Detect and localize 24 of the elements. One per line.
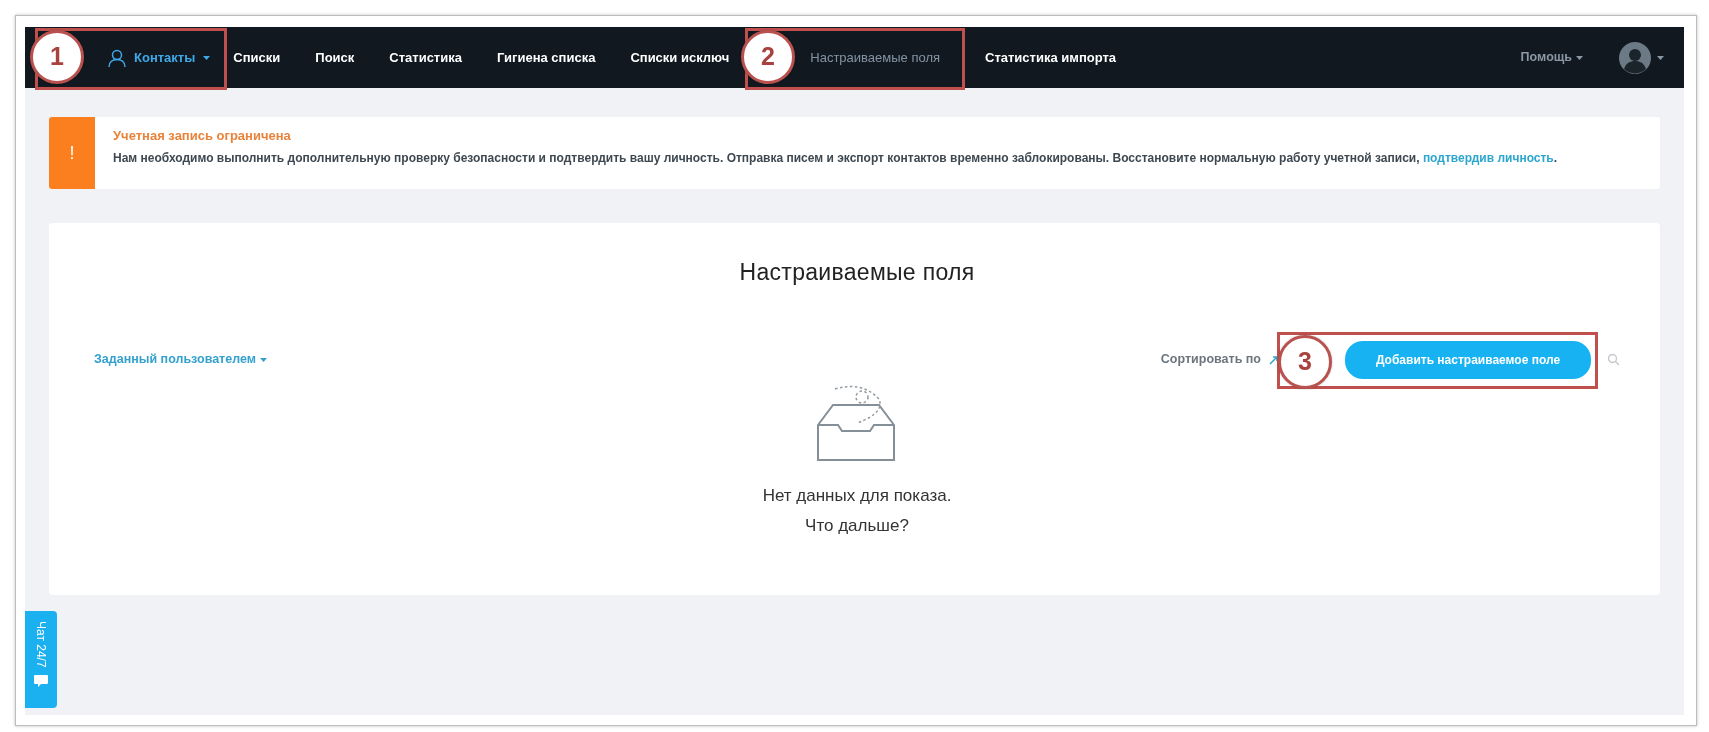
help-dropdown[interactable]: Помощь <box>1514 47 1589 68</box>
nav-link[interactable]: Настраиваемые поля <box>810 47 940 68</box>
caret-icon <box>203 55 211 60</box>
empty-state-message: Нет данных для показа. Что дальше? <box>762 484 952 537</box>
sort-arrow-icon <box>1269 354 1279 365</box>
nav-link[interactable]: Списки исключ <box>630 47 730 68</box>
nav-link[interactable]: Поиск <box>315 47 355 68</box>
sort-label: Сортировать по <box>1160 351 1261 369</box>
nav-link[interactable]: Списки <box>233 47 281 68</box>
caret-icon <box>1657 55 1664 60</box>
caret-icon <box>260 357 267 362</box>
empty-inbox-icon <box>817 384 897 463</box>
chat-bubble-icon <box>33 673 49 688</box>
nav-link[interactable]: Статистика импорта <box>985 47 1117 68</box>
user-icon <box>108 48 126 67</box>
caret-icon <box>1576 55 1583 60</box>
nav-link[interactable]: Статистика <box>389 47 462 68</box>
avatar-icon <box>1619 41 1651 74</box>
alert-message: Нам необходимо выполнить дополнительную проверку безопасности и подтвердить вашу личность. Отправка писем и экспорт контактов временно заблокированы. Восстановите нормальную работу учетной записи, подтвердив личность. <box>113 149 1558 167</box>
nav-link[interactable]: Гигиена списка <box>496 47 596 68</box>
alert-title: Учетная запись ограничена <box>113 127 292 145</box>
nav-link[interactable]: Контакты <box>108 47 211 68</box>
warning-icon: ! <box>49 117 95 189</box>
page-title: Настраиваемые поля <box>739 259 975 287</box>
